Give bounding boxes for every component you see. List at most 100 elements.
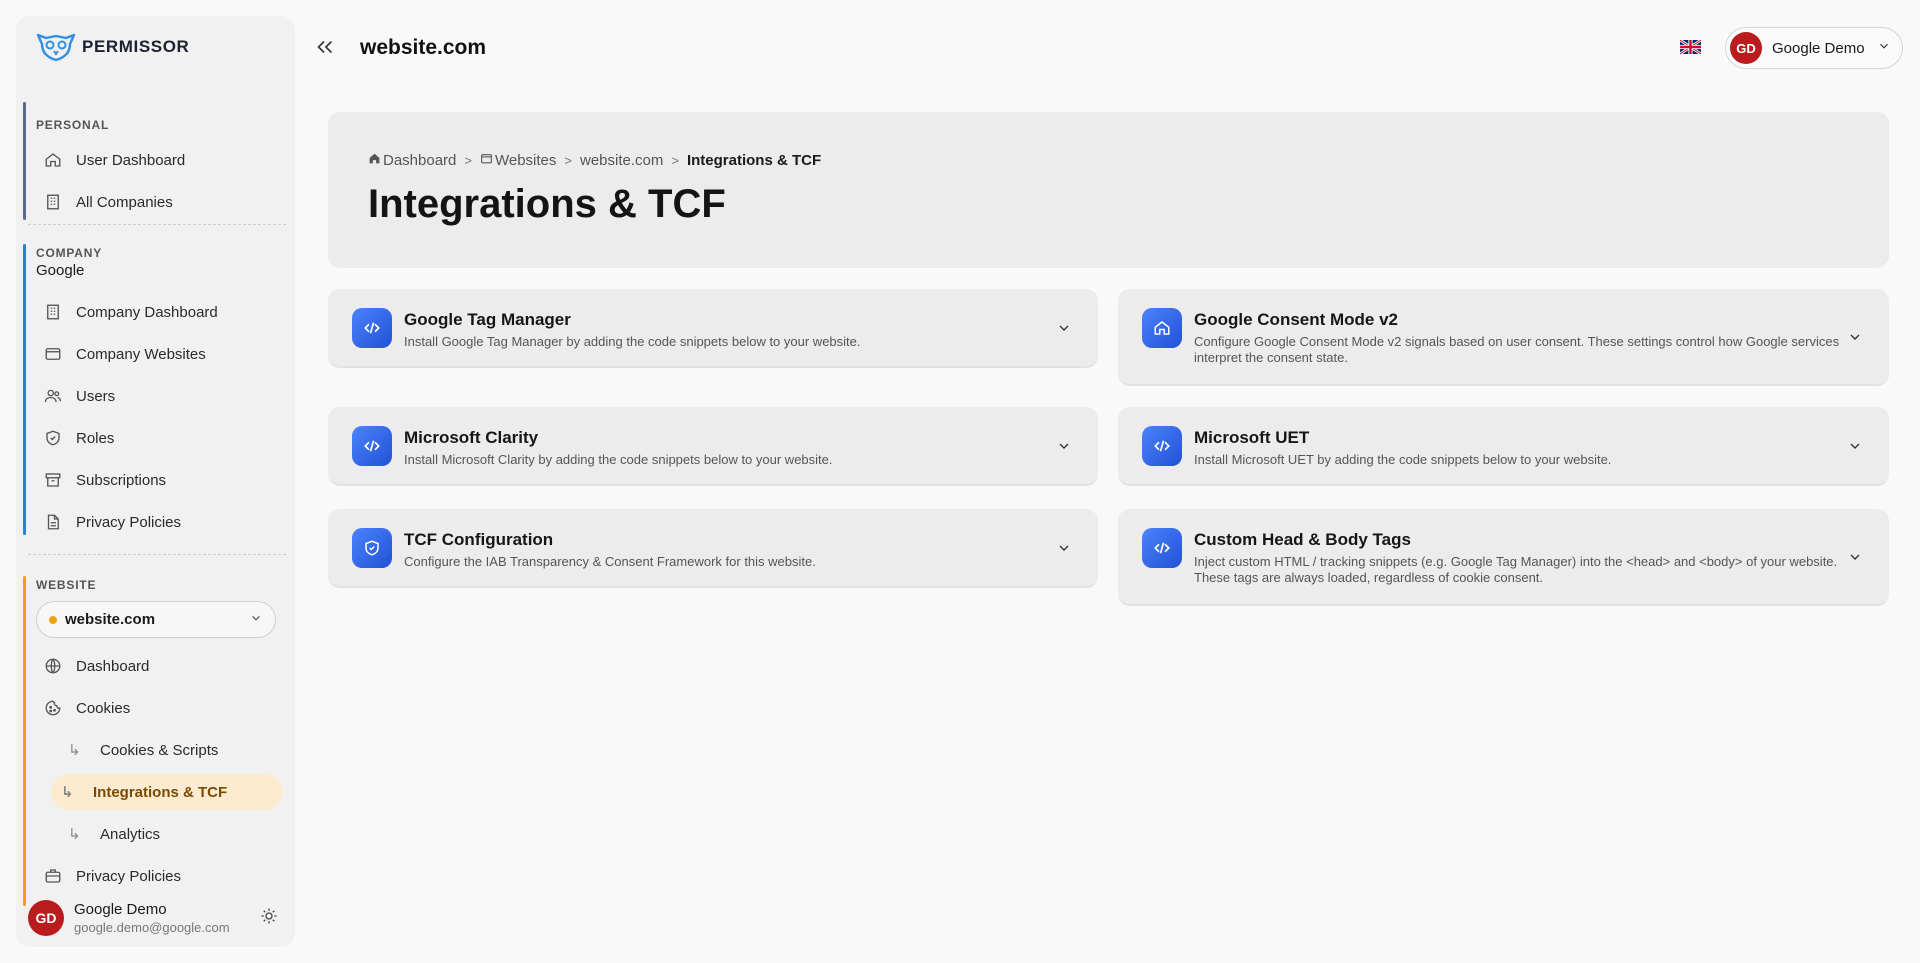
sidebar-item-label: Company Websites xyxy=(76,345,206,363)
sun-icon[interactable] xyxy=(260,907,278,930)
section-divider xyxy=(28,224,286,225)
sidebar-item-integrations-tcf[interactable]: ↳ Integrations & TCF xyxy=(51,774,283,810)
sidebar-item-label: Cookies xyxy=(76,699,131,717)
sidebar-item-website-privacy-policies[interactable]: Privacy Policies xyxy=(36,858,288,894)
card-custom-head-body-tags[interactable]: Custom Head & Body Tags Inject custom HT… xyxy=(1118,509,1889,606)
owl-logo-icon xyxy=(36,33,76,62)
brand-name: PERMISSOR xyxy=(82,37,190,56)
chevron-down-icon xyxy=(1877,39,1891,57)
section-bar xyxy=(23,102,26,220)
chevron-down-icon xyxy=(1847,438,1863,459)
chevron-right-icon: > xyxy=(464,153,472,168)
breadcrumb: Dashboard > Websites > website.com > Int… xyxy=(368,152,821,169)
card-description: Install Microsoft Clarity by adding the … xyxy=(404,452,833,467)
chevron-down-icon xyxy=(1056,540,1072,561)
page-header-title: website.com xyxy=(360,36,487,59)
card-title: Microsoft UET xyxy=(1194,428,1310,447)
card-description: Install Microsoft UET by adding the code… xyxy=(1194,452,1612,467)
sub-arrow-icon: ↳ xyxy=(61,784,74,801)
cookie-icon xyxy=(44,699,62,717)
section-bar xyxy=(23,576,26,906)
sidebar-item-label: Company Dashboard xyxy=(76,303,218,321)
code-icon xyxy=(352,308,392,348)
sidebar-item-roles[interactable]: Roles xyxy=(36,420,288,456)
sidebar-item-all-companies[interactable]: All Companies xyxy=(36,184,288,220)
card-google-consent-mode[interactable]: Google Consent Mode v2 Configure Google … xyxy=(1118,289,1889,386)
sidebar-user[interactable]: GD Google Demo google.demo@google.com xyxy=(28,900,286,936)
sidebar-item-label: Users xyxy=(76,387,116,405)
sidebar-item-privacy-policies[interactable]: Privacy Policies xyxy=(36,504,288,540)
chevron-down-icon xyxy=(1056,320,1072,341)
page-title-panel: Dashboard > Websites > website.com > Int… xyxy=(328,112,1889,268)
user-info: Google Demo google.demo@google.com xyxy=(74,901,230,935)
user-menu-name: Google Demo xyxy=(1772,39,1865,57)
globe-icon xyxy=(44,657,62,675)
avatar: GD xyxy=(1730,32,1762,64)
code-icon xyxy=(1142,528,1182,568)
logo[interactable]: PERMISSOR xyxy=(36,32,189,62)
sidebar-item-label: All Companies xyxy=(76,193,173,211)
shield-icon xyxy=(352,528,392,568)
breadcrumb-current: Integrations & TCF xyxy=(686,152,822,169)
card-description: Inject custom HTML / tracking snippets (… xyxy=(1194,554,1838,585)
sidebar-item-label: Integrations & TCF xyxy=(93,783,228,801)
sub-arrow-icon: ↳ xyxy=(68,826,81,843)
sidebar-item-user-dashboard[interactable]: User Dashboard xyxy=(36,142,288,178)
section-label: PERSONAL xyxy=(36,118,110,132)
code-icon xyxy=(352,426,392,466)
sidebar-item-company-websites[interactable]: Company Websites xyxy=(36,336,288,372)
card-title: Custom Head & Body Tags xyxy=(1194,530,1411,549)
status-dot xyxy=(49,615,57,624)
section-label: COMPANY xyxy=(36,246,103,260)
breadcrumb-websites[interactable]: Websites xyxy=(480,152,556,169)
chevron-down-icon xyxy=(1847,329,1863,350)
card-title: Google Tag Manager xyxy=(404,310,571,329)
personal-section: PERSONAL User Dashboard All Companies xyxy=(23,102,295,220)
company-section: COMPANY Google Company Dashboard Company… xyxy=(23,244,295,535)
chevron-right-icon: > xyxy=(564,153,572,168)
browser-icon xyxy=(44,345,62,363)
card-microsoft-uet[interactable]: Microsoft UET Install Microsoft UET by a… xyxy=(1118,407,1889,486)
sidebar-item-label: Analytics xyxy=(100,825,161,843)
archive-icon xyxy=(44,471,62,489)
building-icon xyxy=(44,303,62,321)
card-description: Install Google Tag Manager by adding the… xyxy=(404,334,861,349)
section-divider xyxy=(28,554,286,555)
chevron-down-icon xyxy=(1056,438,1072,459)
sidebar-item-cookies-scripts[interactable]: ↳ Cookies & Scripts xyxy=(36,732,288,768)
sidebar-item-label: Subscriptions xyxy=(76,471,167,489)
user-name: Google Demo xyxy=(74,901,167,918)
building-icon xyxy=(44,193,62,211)
sidebar-item-analytics[interactable]: ↳ Analytics xyxy=(36,816,288,852)
sub-arrow-icon: ↳ xyxy=(68,742,81,759)
user-menu-button[interactable]: GD Google Demo xyxy=(1725,27,1903,69)
sidebar-item-website-dashboard[interactable]: Dashboard xyxy=(36,648,288,684)
breadcrumb-dashboard[interactable]: Dashboard xyxy=(368,152,456,169)
sidebar-item-label: Privacy Policies xyxy=(76,867,182,885)
card-google-tag-manager[interactable]: Google Tag Manager Install Google Tag Ma… xyxy=(328,289,1098,368)
collapse-sidebar-icon[interactable] xyxy=(314,36,336,63)
chevron-down-icon xyxy=(249,611,263,629)
breadcrumb-label: Dashboard xyxy=(383,152,457,169)
card-tcf-configuration[interactable]: TCF Configuration Configure the IAB Tran… xyxy=(328,509,1098,588)
home-icon xyxy=(44,151,62,169)
sidebar-item-label: Roles xyxy=(76,429,115,447)
user-email: google.demo@google.com xyxy=(74,920,230,935)
website-select[interactable]: website.com xyxy=(36,601,276,638)
card-microsoft-clarity[interactable]: Microsoft Clarity Install Microsoft Clar… xyxy=(328,407,1098,486)
card-title: TCF Configuration xyxy=(404,530,554,549)
section-label: WEBSITE xyxy=(36,578,97,592)
users-icon xyxy=(44,387,62,405)
sidebar-item-subscriptions[interactable]: Subscriptions xyxy=(36,462,288,498)
sidebar-item-users[interactable]: Users xyxy=(36,378,288,414)
home-icon xyxy=(368,152,381,169)
sidebar: PERMISSOR PERSONAL User Dashboard All Co… xyxy=(16,16,295,947)
card-description: Configure the IAB Transparency & Consent… xyxy=(404,554,816,569)
sidebar-item-company-dashboard[interactable]: Company Dashboard xyxy=(36,294,288,330)
breadcrumb-site[interactable]: website.com xyxy=(580,152,663,169)
browser-icon xyxy=(480,152,493,169)
section-bar xyxy=(23,244,26,535)
uk-flag-icon[interactable] xyxy=(1680,39,1701,55)
card-title: Microsoft Clarity xyxy=(404,428,539,447)
sidebar-item-cookies[interactable]: Cookies xyxy=(36,690,288,726)
